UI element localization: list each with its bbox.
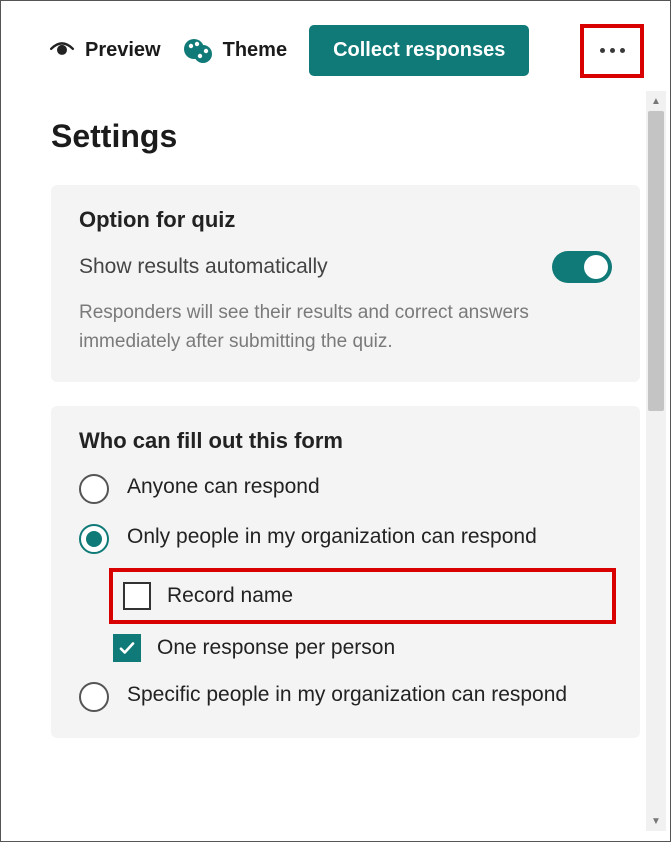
one-response-label: One response per person (157, 636, 395, 660)
show-results-toggle[interactable] (552, 251, 612, 283)
radio-option-anyone[interactable]: Anyone can respond (79, 472, 612, 504)
one-response-checkbox[interactable] (113, 634, 141, 662)
radio-option-organization[interactable]: Only people in my organization can respo… (79, 522, 612, 554)
ellipsis-icon (600, 48, 625, 53)
theme-button[interactable]: Theme (183, 36, 287, 66)
vertical-scrollbar[interactable]: ▲ ▼ (646, 91, 666, 831)
record-name-checkbox[interactable] (123, 582, 151, 610)
record-name-label: Record name (167, 584, 293, 608)
scroll-up-button[interactable]: ▲ (646, 91, 666, 111)
radio-label: Only people in my organization can respo… (127, 522, 537, 552)
scrollbar-thumb[interactable] (648, 111, 664, 411)
page-title: Settings (51, 118, 640, 155)
quiz-card-heading: Option for quiz (79, 207, 612, 233)
radio-input[interactable] (79, 524, 109, 554)
collect-label: Collect responses (333, 39, 505, 61)
quiz-options-card: Option for quiz Show results automatical… (51, 185, 640, 382)
radio-input[interactable] (79, 474, 109, 504)
record-name-option[interactable]: Record name (113, 572, 612, 620)
radio-label: Specific people in my organization can r… (127, 680, 567, 710)
more-options-button[interactable] (582, 26, 642, 76)
org-sub-options: Record name One response per person (113, 572, 612, 662)
toggle-knob (584, 255, 608, 279)
preview-label: Preview (85, 39, 161, 62)
radio-label: Anyone can respond (127, 472, 320, 502)
top-toolbar: Preview Theme Collect responses (1, 1, 670, 94)
preview-button[interactable]: Preview (49, 38, 161, 64)
scroll-down-button[interactable]: ▼ (646, 811, 666, 831)
access-card-heading: Who can fill out this form (79, 428, 612, 454)
radio-option-specific[interactable]: Specific people in my organization can r… (79, 680, 612, 712)
show-results-label: Show results automatically (79, 255, 328, 279)
eye-icon (49, 38, 75, 64)
settings-panel: Settings Option for quiz Show results au… (1, 94, 670, 738)
theme-label: Theme (223, 39, 287, 62)
chevron-up-icon: ▲ (651, 96, 661, 107)
access-card: Who can fill out this form Anyone can re… (51, 406, 640, 738)
one-response-option[interactable]: One response per person (113, 634, 612, 662)
show-results-description: Responders will see their results and co… (79, 299, 612, 356)
collect-responses-button[interactable]: Collect responses (309, 25, 529, 76)
palette-icon (183, 36, 213, 66)
chevron-down-icon: ▼ (651, 816, 661, 827)
radio-input[interactable] (79, 682, 109, 712)
